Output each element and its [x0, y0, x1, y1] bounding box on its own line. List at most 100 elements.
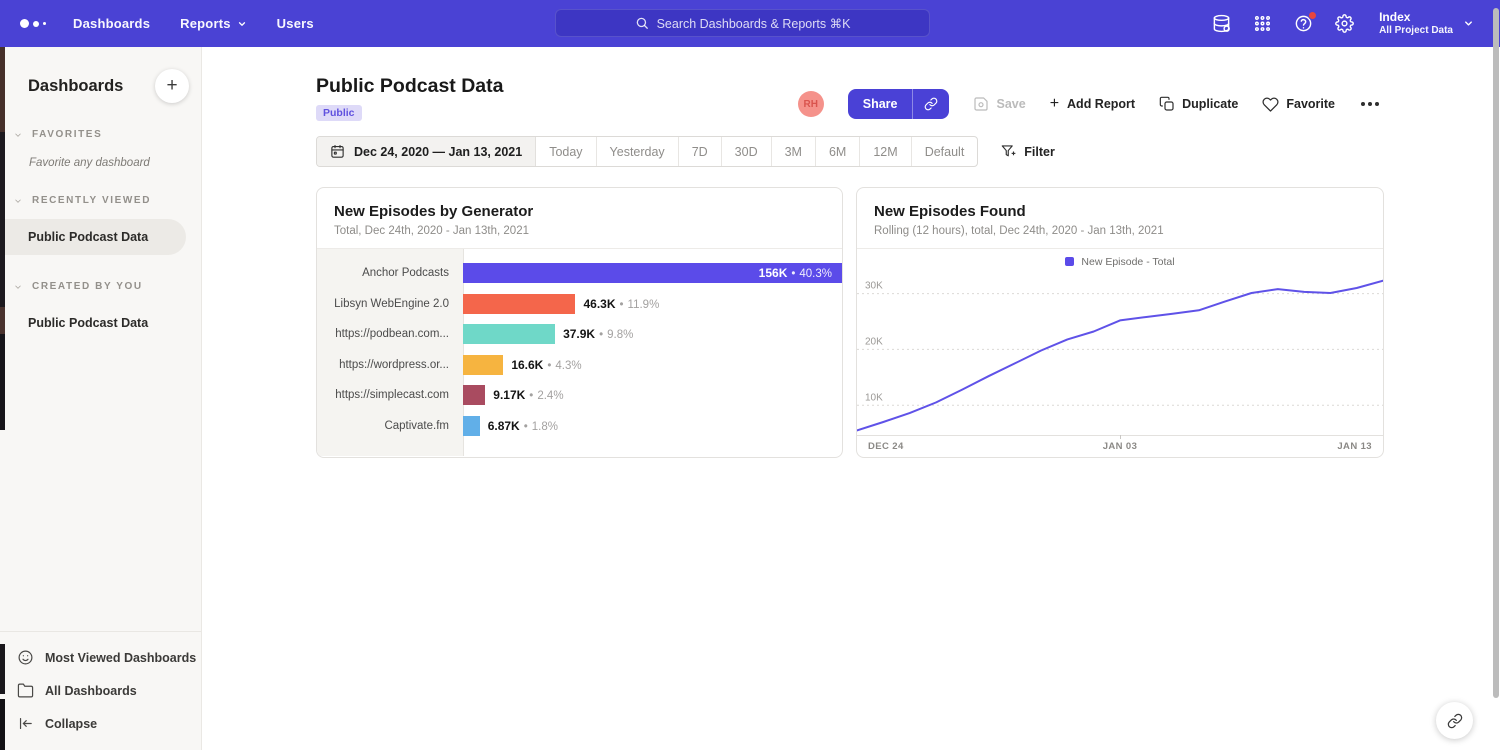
preset-7d[interactable]: 7D — [679, 137, 722, 166]
bar-row: https://simplecast.com 9.17K•2.4% — [317, 380, 842, 411]
legend-swatch — [1065, 257, 1074, 266]
page-title: Public Podcast Data — [316, 75, 503, 98]
date-range-picker[interactable]: Dec 24, 2020 — Jan 13, 2021 — [317, 137, 536, 166]
nav-right: Index All Project Data — [1211, 10, 1500, 38]
date-controls: Dec 24, 2020 — Jan 13, 2021 Today Yester… — [316, 136, 1055, 167]
card-subtitle: Total, Dec 24th, 2020 - Jan 13th, 2021 — [334, 225, 825, 237]
bar-chart: Anchor Podcasts 156K•40.3% Libsyn WebEng… — [317, 249, 842, 456]
all-dashboards-button[interactable]: All Dashboards — [0, 674, 201, 707]
preset-today[interactable]: Today — [536, 137, 596, 166]
y-tick-label: 20K — [865, 336, 883, 347]
favorites-empty-hint: Favorite any dashboard — [0, 140, 201, 169]
save-icon — [973, 96, 989, 112]
bar-category-label: Anchor Podcasts — [317, 267, 463, 279]
bar — [463, 294, 575, 314]
nav-item-dashboards[interactable]: Dashboards — [58, 0, 165, 47]
favorite-label: Favorite — [1286, 97, 1335, 111]
preset-30d[interactable]: 30D — [722, 137, 772, 166]
bar-category-label: https://simplecast.com — [317, 389, 463, 401]
bar — [463, 355, 503, 375]
sidebar-item-public-podcast-data[interactable]: Public Podcast Data — [0, 219, 186, 255]
avatar[interactable]: RH — [798, 91, 824, 117]
more-options-button[interactable] — [1359, 98, 1381, 110]
x-tick-label: DEC 24 — [868, 441, 904, 452]
card-title: New Episodes Found — [874, 203, 1366, 220]
bar-row: https://podbean.com... 37.9K•9.8% — [317, 319, 842, 350]
sidebar-section-recent: RECENTLY VIEWED Public Podcast Data — [0, 195, 201, 255]
footer-item-label: Collapse — [45, 717, 97, 731]
bar-category-label: https://podbean.com... — [317, 328, 463, 340]
calendar-icon — [330, 144, 345, 159]
preset-3m[interactable]: 3M — [772, 137, 816, 166]
bar-row: https://wordpress.or... 16.6K•4.3% — [317, 350, 842, 381]
chart-legend: New Episode - Total — [857, 249, 1383, 274]
filter-plus-icon — [1001, 144, 1016, 159]
link-icon — [924, 97, 938, 111]
nav-left: Dashboards Reports Users — [0, 0, 329, 47]
share-button-label[interactable]: Share — [848, 89, 914, 119]
scrollbar-thumb[interactable] — [1493, 8, 1499, 698]
share-button[interactable]: Share — [848, 89, 950, 119]
card-title: New Episodes by Generator — [334, 203, 825, 220]
bar-category-label: Captivate.fm — [317, 420, 463, 432]
copy-link-button[interactable] — [913, 89, 949, 119]
bar-row: Captivate.fm 6.87K•1.8% — [317, 411, 842, 442]
sidebar-item-public-podcast-data-created[interactable]: Public Podcast Data — [0, 305, 201, 341]
nav-item-users[interactable]: Users — [262, 0, 329, 47]
duplicate-icon — [1159, 96, 1175, 112]
date-range-label: Dec 24, 2020 — Jan 13, 2021 — [354, 145, 522, 159]
apps-grid-icon[interactable] — [1252, 14, 1272, 34]
notification-badge — [1308, 11, 1317, 20]
duplicate-button[interactable]: Duplicate — [1159, 96, 1238, 112]
card-new-episodes-by-generator: New Episodes by Generator Total, Dec 24t… — [316, 187, 843, 458]
most-viewed-dashboards-button[interactable]: Most Viewed Dashboards — [0, 641, 201, 674]
new-dashboard-button[interactable]: + — [155, 69, 189, 103]
add-report-label: Add Report — [1067, 97, 1135, 111]
search-input[interactable]: Search Dashboards & Reports ⌘K — [555, 9, 930, 37]
bar — [463, 385, 485, 405]
amplitude-logo-icon[interactable] — [16, 19, 58, 28]
filter-button[interactable]: Filter — [1001, 144, 1055, 159]
section-header-recently-viewed[interactable]: RECENTLY VIEWED — [0, 195, 201, 206]
y-tick-label: 30K — [865, 281, 883, 292]
filter-label: Filter — [1024, 145, 1055, 159]
nav-item-label: Users — [277, 16, 314, 31]
help-icon[interactable] — [1293, 14, 1313, 34]
plus-icon: + — [1050, 95, 1059, 113]
preset-yesterday[interactable]: Yesterday — [597, 137, 679, 166]
chevron-down-icon — [13, 130, 23, 140]
sidebar-item-label: Public Podcast Data — [28, 230, 148, 244]
axis-tick — [1120, 435, 1121, 439]
preset-12m[interactable]: 12M — [860, 137, 911, 166]
preset-6m[interactable]: 6M — [816, 137, 860, 166]
share-link-floating-button[interactable] — [1436, 702, 1473, 739]
save-button[interactable]: Save — [973, 96, 1025, 112]
settings-gear-icon[interactable] — [1334, 14, 1354, 34]
chevron-down-icon — [13, 282, 23, 292]
collapse-icon — [17, 715, 34, 732]
sidebar: Dashboards + FAVORITES Favorite any dash… — [0, 47, 202, 750]
sidebar-footer: Most Viewed Dashboards All Dashboards Co… — [0, 631, 201, 750]
folder-icon — [17, 682, 34, 699]
add-report-button[interactable]: + Add Report — [1050, 95, 1135, 113]
sidebar-section-favorites: FAVORITES Favorite any dashboard — [0, 129, 201, 169]
preset-default[interactable]: Default — [912, 137, 978, 166]
legend-label: New Episode - Total — [1081, 256, 1174, 268]
bar: 156K•40.3% — [463, 263, 842, 283]
duplicate-label: Duplicate — [1182, 97, 1238, 111]
bar-category-label: https://wordpress.or... — [317, 359, 463, 371]
section-label: RECENTLY VIEWED — [32, 195, 151, 206]
favorite-button[interactable]: Favorite — [1262, 96, 1335, 113]
data-source-icon[interactable] — [1211, 14, 1231, 34]
card-subtitle: Rolling (12 hours), total, Dec 24th, 202… — [874, 225, 1366, 237]
section-header-favorites[interactable]: FAVORITES — [0, 129, 201, 140]
date-range-bar: Dec 24, 2020 — Jan 13, 2021 Today Yester… — [316, 136, 978, 167]
collapse-sidebar-button[interactable]: Collapse — [0, 707, 201, 740]
project-name: Index — [1379, 10, 1453, 25]
project-switcher[interactable]: Index All Project Data — [1379, 10, 1474, 38]
section-label: FAVORITES — [32, 129, 102, 140]
x-tick-label: JAN 13 — [1337, 441, 1372, 452]
section-header-created-by-you[interactable]: CREATED BY YOU — [0, 281, 201, 292]
bar-category-label: Libsyn WebEngine 2.0 — [317, 298, 463, 310]
nav-item-reports[interactable]: Reports — [165, 0, 262, 47]
